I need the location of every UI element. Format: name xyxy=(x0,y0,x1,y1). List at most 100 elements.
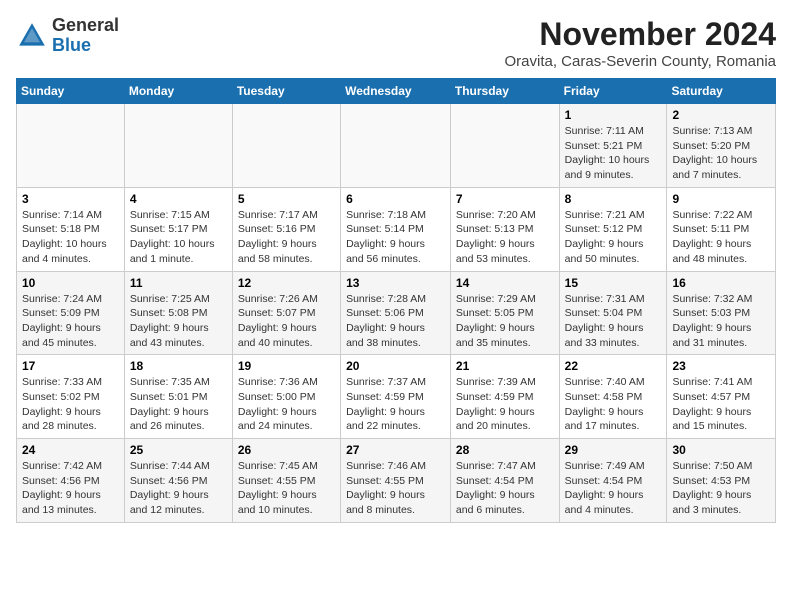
calendar-header-friday: Friday xyxy=(559,79,667,104)
day-info: Sunrise: 7:11 AM Sunset: 5:21 PM Dayligh… xyxy=(565,124,662,183)
day-info: Sunrise: 7:36 AM Sunset: 5:00 PM Dayligh… xyxy=(238,375,335,434)
day-number: 22 xyxy=(565,359,662,373)
day-number: 23 xyxy=(672,359,770,373)
day-number: 16 xyxy=(672,276,770,290)
day-number: 25 xyxy=(130,443,227,457)
calendar-cell: 21 Sunrise: 7:39 AM Sunset: 4:59 PM Dayli… xyxy=(450,355,559,439)
day-info: Sunrise: 7:46 AM Sunset: 4:55 PM Dayligh… xyxy=(346,459,445,518)
calendar-cell: 4 Sunrise: 7:15 AM Sunset: 5:17 PM Daylig… xyxy=(124,187,232,271)
calendar-cell: 28 Sunrise: 7:47 AM Sunset: 4:54 PM Dayli… xyxy=(450,439,559,523)
day-info: Sunrise: 7:37 AM Sunset: 4:59 PM Dayligh… xyxy=(346,375,445,434)
day-info: Sunrise: 7:47 AM Sunset: 4:54 PM Dayligh… xyxy=(456,459,554,518)
calendar-cell: 24 Sunrise: 7:42 AM Sunset: 4:56 PM Dayli… xyxy=(17,439,125,523)
day-info: Sunrise: 7:45 AM Sunset: 4:55 PM Dayligh… xyxy=(238,459,335,518)
day-number: 3 xyxy=(22,192,119,206)
day-number: 17 xyxy=(22,359,119,373)
calendar-week-3: 10 Sunrise: 7:24 AM Sunset: 5:09 PM Dayli… xyxy=(17,271,776,355)
day-number: 7 xyxy=(456,192,554,206)
calendar-cell: 1 Sunrise: 7:11 AM Sunset: 5:21 PM Daylig… xyxy=(559,104,667,188)
page-header: General Blue November 2024 Oravita, Cara… xyxy=(16,16,776,70)
calendar-cell xyxy=(17,104,125,188)
day-number: 10 xyxy=(22,276,119,290)
day-info: Sunrise: 7:29 AM Sunset: 5:05 PM Dayligh… xyxy=(456,292,554,351)
calendar-cell: 17 Sunrise: 7:33 AM Sunset: 5:02 PM Dayli… xyxy=(17,355,125,439)
calendar-cell: 30 Sunrise: 7:50 AM Sunset: 4:53 PM Dayli… xyxy=(667,439,776,523)
calendar-cell: 6Sunrise: 7:18 AM Sunset: 5:14 PM Daylig… xyxy=(341,187,451,271)
day-info: Sunrise: 7:26 AM Sunset: 5:07 PM Dayligh… xyxy=(238,292,335,351)
day-number: 11 xyxy=(130,276,227,290)
day-number: 15 xyxy=(565,276,662,290)
calendar-cell: 27 Sunrise: 7:46 AM Sunset: 4:55 PM Dayli… xyxy=(341,439,451,523)
day-info: Sunrise: 7:50 AM Sunset: 4:53 PM Dayligh… xyxy=(672,459,770,518)
day-number: 26 xyxy=(238,443,335,457)
calendar-cell: 12Sunrise: 7:26 AM Sunset: 5:07 PM Dayli… xyxy=(232,271,340,355)
day-info: Sunrise: 7:25 AM Sunset: 5:08 PM Dayligh… xyxy=(130,292,227,351)
calendar-cell: 15 Sunrise: 7:31 AM Sunset: 5:04 PM Dayli… xyxy=(559,271,667,355)
calendar-week-2: 3 Sunrise: 7:14 AM Sunset: 5:18 PM Daylig… xyxy=(17,187,776,271)
calendar-table: SundayMondayTuesdayWednesdayThursdayFrid… xyxy=(16,78,776,523)
calendar-cell: 9 Sunrise: 7:22 AM Sunset: 5:11 PM Daylig… xyxy=(667,187,776,271)
calendar-cell: 22Sunrise: 7:40 AM Sunset: 4:58 PM Dayli… xyxy=(559,355,667,439)
calendar-cell xyxy=(232,104,340,188)
calendar-cell: 13 Sunrise: 7:28 AM Sunset: 5:06 PM Dayli… xyxy=(341,271,451,355)
calendar-cell: 26 Sunrise: 7:45 AM Sunset: 4:55 PM Dayli… xyxy=(232,439,340,523)
calendar-header-sunday: Sunday xyxy=(17,79,125,104)
day-number: 24 xyxy=(22,443,119,457)
logo-icon xyxy=(16,20,48,52)
calendar-cell xyxy=(341,104,451,188)
day-info: Sunrise: 7:33 AM Sunset: 5:02 PM Dayligh… xyxy=(22,375,119,434)
calendar-cell: 2 Sunrise: 7:13 AM Sunset: 5:20 PM Daylig… xyxy=(667,104,776,188)
calendar-week-5: 24 Sunrise: 7:42 AM Sunset: 4:56 PM Dayli… xyxy=(17,439,776,523)
day-info: Sunrise: 7:14 AM Sunset: 5:18 PM Dayligh… xyxy=(22,208,119,267)
day-info: Sunrise: 7:42 AM Sunset: 4:56 PM Dayligh… xyxy=(22,459,119,518)
calendar-cell: 10 Sunrise: 7:24 AM Sunset: 5:09 PM Dayli… xyxy=(17,271,125,355)
day-info: Sunrise: 7:17 AM Sunset: 5:16 PM Dayligh… xyxy=(238,208,335,267)
logo: General Blue xyxy=(16,16,119,56)
calendar-cell: 14 Sunrise: 7:29 AM Sunset: 5:05 PM Dayli… xyxy=(450,271,559,355)
day-info: Sunrise: 7:21 AM Sunset: 5:12 PM Dayligh… xyxy=(565,208,662,267)
calendar-week-4: 17 Sunrise: 7:33 AM Sunset: 5:02 PM Dayli… xyxy=(17,355,776,439)
day-info: Sunrise: 7:24 AM Sunset: 5:09 PM Dayligh… xyxy=(22,292,119,351)
calendar-cell: 5 Sunrise: 7:17 AM Sunset: 5:16 PM Daylig… xyxy=(232,187,340,271)
calendar-cell: 18 Sunrise: 7:35 AM Sunset: 5:01 PM Dayli… xyxy=(124,355,232,439)
calendar-cell: 16 Sunrise: 7:32 AM Sunset: 5:03 PM Dayli… xyxy=(667,271,776,355)
day-info: Sunrise: 7:22 AM Sunset: 5:11 PM Dayligh… xyxy=(672,208,770,267)
day-info: Sunrise: 7:13 AM Sunset: 5:20 PM Dayligh… xyxy=(672,124,770,183)
day-info: Sunrise: 7:31 AM Sunset: 5:04 PM Dayligh… xyxy=(565,292,662,351)
day-number: 28 xyxy=(456,443,554,457)
day-number: 9 xyxy=(672,192,770,206)
day-number: 18 xyxy=(130,359,227,373)
logo-text: General Blue xyxy=(52,16,119,56)
day-number: 2 xyxy=(672,108,770,122)
day-info: Sunrise: 7:35 AM Sunset: 5:01 PM Dayligh… xyxy=(130,375,227,434)
day-info: Sunrise: 7:15 AM Sunset: 5:17 PM Dayligh… xyxy=(130,208,227,267)
calendar-cell: 7 Sunrise: 7:20 AM Sunset: 5:13 PM Daylig… xyxy=(450,187,559,271)
day-info: Sunrise: 7:28 AM Sunset: 5:06 PM Dayligh… xyxy=(346,292,445,351)
day-number: 29 xyxy=(565,443,662,457)
day-number: 5 xyxy=(238,192,335,206)
calendar-cell: 3 Sunrise: 7:14 AM Sunset: 5:18 PM Daylig… xyxy=(17,187,125,271)
day-number: 1 xyxy=(565,108,662,122)
calendar-cell: 20Sunrise: 7:37 AM Sunset: 4:59 PM Dayli… xyxy=(341,355,451,439)
calendar-cell xyxy=(124,104,232,188)
day-info: Sunrise: 7:41 AM Sunset: 4:57 PM Dayligh… xyxy=(672,375,770,434)
day-info: Sunrise: 7:20 AM Sunset: 5:13 PM Dayligh… xyxy=(456,208,554,267)
calendar-header-saturday: Saturday xyxy=(667,79,776,104)
day-number: 4 xyxy=(130,192,227,206)
calendar-header-monday: Monday xyxy=(124,79,232,104)
calendar-week-1: 1 Sunrise: 7:11 AM Sunset: 5:21 PM Daylig… xyxy=(17,104,776,188)
day-number: 13 xyxy=(346,276,445,290)
day-number: 19 xyxy=(238,359,335,373)
page-title: November 2024 xyxy=(505,16,777,53)
day-number: 30 xyxy=(672,443,770,457)
day-number: 21 xyxy=(456,359,554,373)
day-info: Sunrise: 7:39 AM Sunset: 4:59 PM Dayligh… xyxy=(456,375,554,434)
day-number: 14 xyxy=(456,276,554,290)
day-info: Sunrise: 7:32 AM Sunset: 5:03 PM Dayligh… xyxy=(672,292,770,351)
day-number: 6 xyxy=(346,192,445,206)
calendar-header-thursday: Thursday xyxy=(450,79,559,104)
calendar-cell xyxy=(450,104,559,188)
day-info: Sunrise: 7:49 AM Sunset: 4:54 PM Dayligh… xyxy=(565,459,662,518)
calendar-header-tuesday: Tuesday xyxy=(232,79,340,104)
day-number: 27 xyxy=(346,443,445,457)
